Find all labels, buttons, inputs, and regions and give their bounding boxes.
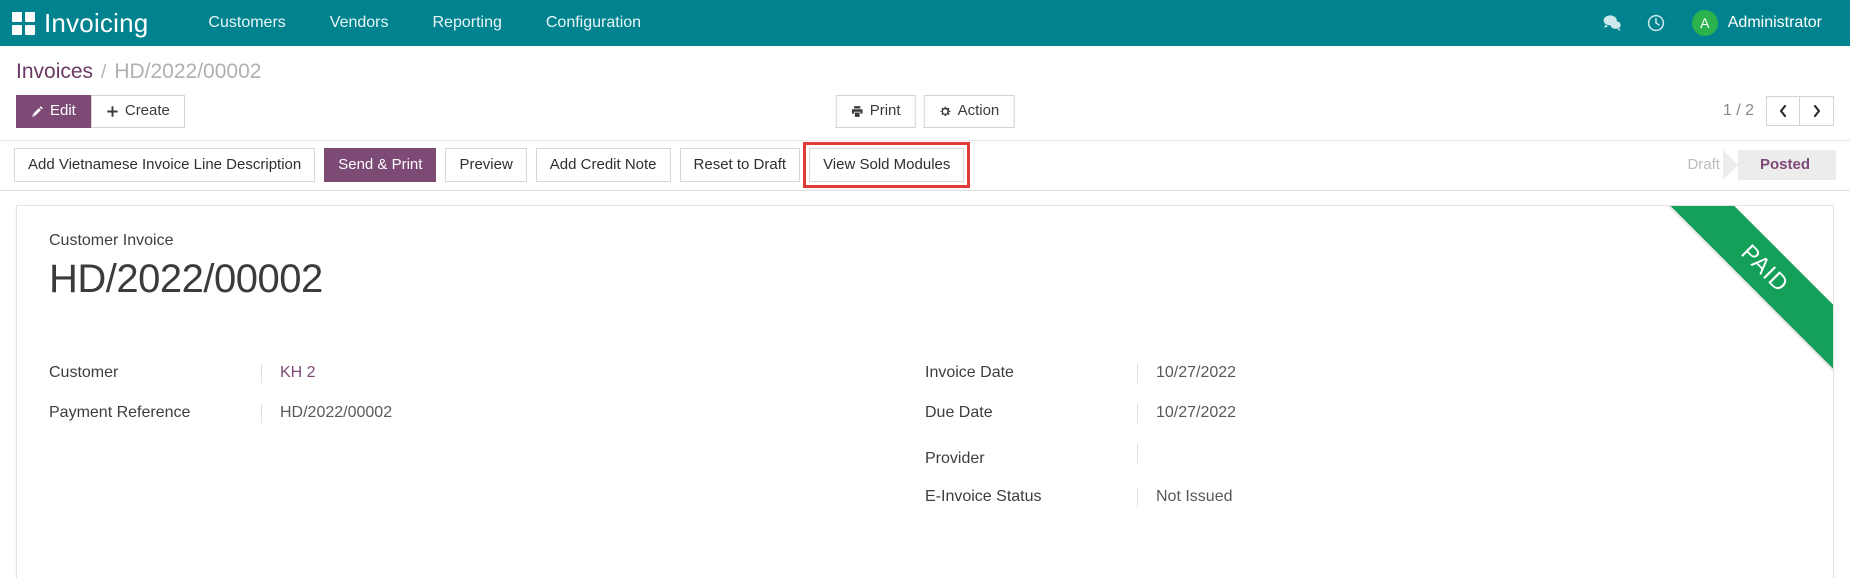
navbar-right-tools: A Administrator: [1590, 0, 1828, 46]
menu-item-reporting[interactable]: Reporting: [411, 2, 524, 44]
form-statusbar: Add Vietnamese Invoice Line Description …: [0, 140, 1850, 191]
field-invoice-date-value[interactable]: 10/27/2022: [1137, 363, 1761, 383]
action-button-label: Action: [957, 102, 1000, 119]
document-kind-label: Customer Invoice: [49, 231, 174, 249]
breadcrumb-current-record: HD/2022/00002: [114, 60, 262, 83]
form-sheet-wrapper: PAID Customer Invoice HD/2022/00002 Cust…: [0, 190, 1850, 578]
top-navbar: Invoicing Customers Vendors Reporting Co…: [0, 0, 1850, 46]
field-payment-reference-label: Payment Reference: [49, 403, 191, 421]
statusbar-action-buttons: Add Vietnamese Invoice Line Description …: [14, 141, 973, 188]
create-button-label: Create: [124, 102, 170, 119]
field-payment-reference-value[interactable]: HD/2022/00002: [261, 403, 885, 423]
chevron-right-icon: [1813, 105, 1820, 118]
field-due-date: Due Date 10/27/2022: [925, 403, 1761, 424]
edit-button[interactable]: Edit: [16, 95, 91, 128]
preview-button[interactable]: Preview: [445, 147, 527, 182]
plus-icon: [107, 106, 118, 117]
user-name: Administrator: [1727, 14, 1822, 31]
add-vietnamese-invoice-line-description-button[interactable]: Add Vietnamese Invoice Line Description: [14, 147, 316, 182]
create-button[interactable]: Create: [90, 95, 185, 128]
status-steps: Draft Posted: [1665, 149, 1836, 180]
send-and-print-button[interactable]: Send & Print: [324, 147, 437, 182]
field-payment-reference: Payment Reference HD/2022/00002: [49, 403, 885, 424]
chevron-left-icon: [1779, 105, 1787, 118]
apps-grid-icon[interactable]: [10, 10, 36, 36]
page-title: HD/2022/00002: [49, 256, 323, 301]
chat-bubble-icon[interactable]: [1590, 0, 1634, 46]
field-provider-value[interactable]: [1137, 443, 1761, 463]
clock-icon[interactable]: [1634, 0, 1678, 46]
control-panel-center-buttons: Print Action: [835, 95, 1015, 128]
record-pager: 1 / 2: [1722, 96, 1834, 127]
field-invoice-date-label: Invoice Date: [925, 363, 1014, 381]
pager-next-button[interactable]: [1800, 96, 1834, 127]
add-credit-note-button[interactable]: Add Credit Note: [535, 147, 671, 182]
gear-icon: [940, 106, 951, 116]
print-button-label: Print: [869, 102, 901, 119]
menu-item-customers[interactable]: Customers: [186, 2, 307, 44]
print-button[interactable]: Print: [835, 95, 916, 128]
main-menu: Customers Vendors Reporting Configuratio…: [186, 2, 663, 44]
form-field-groups: Customer KH 2 Payment Reference HD/2022/…: [49, 363, 1801, 528]
status-badge-posted[interactable]: Posted: [1722, 149, 1836, 180]
field-customer: Customer KH 2: [49, 363, 885, 384]
field-due-date-value[interactable]: 10/27/2022: [1137, 403, 1761, 423]
field-invoice-date: Invoice Date 10/27/2022: [925, 363, 1761, 384]
control-panel: Edit Create Print Action 1 / 2: [0, 92, 1850, 141]
field-einvoice-status-value[interactable]: Not Issued: [1137, 487, 1761, 507]
pager-count: 1 / 2: [1722, 102, 1754, 120]
field-provider: Provider: [925, 443, 1761, 468]
action-button[interactable]: Action: [923, 95, 1015, 128]
reset-to-draft-button[interactable]: Reset to Draft: [679, 147, 801, 182]
field-due-date-label: Due Date: [925, 403, 993, 421]
breadcrumb-parent-invoices[interactable]: Invoices: [16, 60, 93, 84]
menu-item-vendors[interactable]: Vendors: [308, 2, 411, 44]
pencil-icon: [32, 106, 43, 117]
field-einvoice-status: E-Invoice Status Not Issued: [925, 487, 1761, 508]
right-field-group: Invoice Date 10/27/2022 Due Date 10/27/2…: [925, 363, 1801, 528]
user-menu[interactable]: A Administrator: [1678, 0, 1828, 46]
breadcrumb-separator: /: [101, 62, 107, 83]
invoice-form-sheet: PAID Customer Invoice HD/2022/00002 Cust…: [16, 204, 1834, 578]
control-panel-left-buttons: Edit Create: [16, 95, 185, 128]
left-field-group: Customer KH 2 Payment Reference HD/2022/…: [49, 363, 925, 528]
edit-button-label: Edit: [50, 102, 76, 119]
view-sold-modules-button[interactable]: View Sold Modules: [803, 141, 971, 188]
avatar: A: [1691, 10, 1718, 36]
menu-item-configuration[interactable]: Configuration: [524, 2, 663, 44]
field-customer-label: Customer: [49, 363, 119, 381]
printer-icon: [851, 106, 863, 117]
pager-buttons: [1766, 96, 1834, 127]
pager-previous-button[interactable]: [1766, 96, 1800, 127]
field-provider-label: Provider: [925, 449, 985, 467]
app-brand-invoicing[interactable]: Invoicing: [44, 8, 148, 39]
field-einvoice-status-label: E-Invoice Status: [925, 487, 1042, 505]
breadcrumb: Invoices / HD/2022/00002: [0, 46, 1850, 92]
field-customer-value[interactable]: KH 2: [261, 363, 885, 383]
